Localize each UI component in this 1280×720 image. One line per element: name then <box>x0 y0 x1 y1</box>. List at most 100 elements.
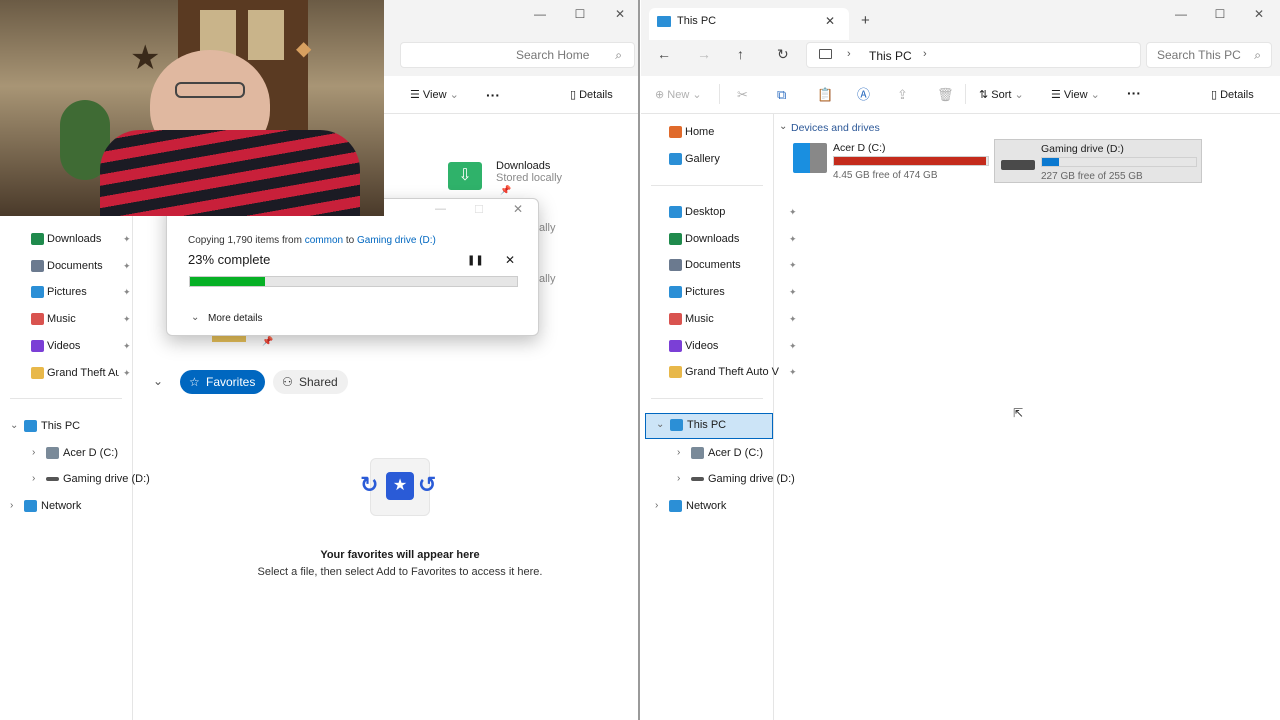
tree-item-gaming-drive-d-[interactable]: › Gaming drive (D:) <box>10 468 150 490</box>
sidebar-item-music[interactable]: Music ✦ <box>31 308 133 330</box>
maximize-button[interactable]: ☐ <box>566 4 594 24</box>
maximize-button[interactable]: ☐ <box>1206 4 1234 24</box>
favorites-tab[interactable]: ☆ Favorites <box>180 370 266 394</box>
chevron-down-icon[interactable]: ⌄ <box>656 414 664 436</box>
sidebar-item-downloads[interactable]: Downloads ✦ <box>31 228 133 250</box>
sidebar-item-videos[interactable]: Videos ✦ <box>669 335 799 357</box>
search-input[interactable]: Search Home ⌕ <box>400 42 635 68</box>
sidebar-item-music[interactable]: Music ✦ <box>669 308 799 330</box>
sidebar-item-desktop[interactable]: Desktop ✦ <box>669 201 799 223</box>
tree-item-this-pc[interactable]: ⌄ This PC <box>10 415 132 437</box>
chevron-down-icon[interactable]: ⌄ <box>191 312 199 323</box>
chevron-right-icon[interactable]: › <box>32 442 35 464</box>
sidebar-item-documents[interactable]: Documents ✦ <box>31 255 133 277</box>
sidebar-item-documents[interactable]: Documents ✦ <box>669 254 799 276</box>
chevron-right-icon[interactable]: › <box>677 468 680 490</box>
shared-label: Shared <box>299 375 338 389</box>
pin-icon[interactable]: ✦ <box>789 335 797 357</box>
close-tab-icon[interactable]: ✕ <box>825 14 835 28</box>
close-button[interactable]: ✕ <box>513 202 523 216</box>
back-arrow-icon[interactable]: ← <box>657 46 671 62</box>
cut-icon[interactable]: ✂ <box>737 86 748 104</box>
sidebar-item-videos[interactable]: Videos ✦ <box>31 335 133 357</box>
pin-icon[interactable]: ✦ <box>123 228 131 250</box>
up-arrow-icon[interactable]: ↑ <box>737 46 744 62</box>
source-link[interactable]: common <box>305 235 343 246</box>
tab-this-pc[interactable]: This PC ✕ <box>649 8 849 40</box>
pin-icon[interactable]: ✦ <box>789 201 797 223</box>
sidebar-item-grand-theft-auto-v[interactable]: Grand Theft Auto V ✦ <box>31 362 133 384</box>
striped-sweater <box>100 130 360 216</box>
view-button[interactable]: ☰ View ⌄ <box>1051 86 1100 104</box>
pin-icon[interactable]: ✦ <box>789 228 797 250</box>
close-button[interactable]: ✕ <box>1245 4 1273 24</box>
sidebar-item-grand-theft-auto-v[interactable]: Grand Theft Auto V ✦ <box>669 361 799 383</box>
tree-item-acer-d-c-[interactable]: › Acer D (C:) <box>655 442 777 464</box>
chevron-right-icon[interactable]: › <box>923 48 927 60</box>
minimize-button[interactable]: — <box>435 203 446 215</box>
pin-icon[interactable]: ✦ <box>123 308 131 330</box>
cancel-copy-icon[interactable]: ✕ <box>505 253 515 267</box>
paste-icon[interactable]: 📋 <box>817 86 833 104</box>
pin-icon[interactable]: ✦ <box>789 281 797 303</box>
sort-button[interactable]: ⇅ Sort ⌄ <box>979 86 1024 104</box>
chevron-down-icon[interactable]: ⌄ <box>10 415 18 437</box>
drive-icon <box>46 477 59 482</box>
rename-icon[interactable]: Ⓐ <box>857 86 870 104</box>
destination-link[interactable]: Gaming drive (D:) <box>357 235 436 246</box>
search-input[interactable]: Search This PC ⌕ <box>1146 42 1272 68</box>
sidebar-item-home[interactable]: Home <box>669 121 714 143</box>
minimize-button[interactable]: — <box>1167 4 1195 24</box>
shared-tab[interactable]: ⚇ Shared <box>273 370 348 394</box>
pin-icon[interactable]: ✦ <box>789 308 797 330</box>
drive-tile[interactable]: Gaming drive (D:) 227 GB free of 255 GB <box>994 139 1202 183</box>
new-button[interactable]: ⊕ New ⌄ <box>655 86 702 104</box>
more-options-button[interactable]: ··· <box>1127 84 1141 102</box>
chevron-right-icon[interactable]: › <box>10 495 13 517</box>
quick-access-downloads[interactable]: ⇩ Downloads Stored locally 📌 <box>448 160 638 200</box>
new-tab-button[interactable]: + <box>861 12 870 29</box>
forward-arrow-icon[interactable]: → <box>697 46 711 62</box>
pin-icon[interactable]: ✦ <box>789 361 797 383</box>
more-details-button[interactable]: More details <box>208 313 262 324</box>
delete-icon[interactable]: 🗑 <box>937 86 954 104</box>
pin-icon[interactable]: ✦ <box>123 362 131 384</box>
chevron-right-icon[interactable]: › <box>32 468 35 490</box>
breadcrumb-this-pc[interactable]: This PC <box>869 49 912 63</box>
more-options-button[interactable]: ··· <box>486 86 500 104</box>
tree-item-network[interactable]: › Network <box>655 495 777 517</box>
sidebar-item-downloads[interactable]: Downloads ✦ <box>669 228 799 250</box>
view-button[interactable]: ☰ View ⌄ <box>410 86 459 104</box>
address-breadcrumb[interactable]: › This PC › <box>806 42 1141 68</box>
tree-item-this-pc[interactable]: ⌄ This PC <box>645 413 773 439</box>
refresh-icon[interactable]: ↻ <box>777 46 789 63</box>
maximize-button[interactable]: ☐ <box>474 203 484 216</box>
pin-icon[interactable]: ✦ <box>123 255 131 277</box>
tree-item-gaming-drive-d-[interactable]: › Gaming drive (D:) <box>655 468 795 490</box>
search-icon: ⌕ <box>615 48 622 62</box>
close-button[interactable]: ✕ <box>606 4 634 24</box>
pin-icon[interactable]: ✦ <box>789 254 797 276</box>
section-devices-and-drives[interactable]: Devices and drives <box>791 122 880 134</box>
pin-icon[interactable]: ✦ <box>123 335 131 357</box>
tree-item-label: Network <box>686 500 727 513</box>
minimize-button[interactable]: — <box>526 4 554 24</box>
chevron-right-icon[interactable]: › <box>677 442 680 464</box>
pin-icon[interactable]: ✦ <box>123 281 131 303</box>
pause-icon[interactable]: ❚❚ <box>467 255 484 266</box>
chevron-right-icon[interactable]: › <box>655 495 658 517</box>
share-icon[interactable]: ⇪ <box>897 86 908 104</box>
sidebar-item-pictures[interactable]: Pictures ✦ <box>669 281 799 303</box>
view-label: View <box>422 89 447 101</box>
sidebar-item-gallery[interactable]: Gallery <box>669 148 720 170</box>
details-button[interactable]: ▯ Details <box>570 86 613 104</box>
sidebar-item-pictures[interactable]: Pictures ✦ <box>31 281 133 303</box>
tree-item-acer-d-c-[interactable]: › Acer D (C:) <box>10 442 132 464</box>
drive-tile[interactable]: Acer D (C:) 4.45 GB free of 474 GB <box>787 139 995 183</box>
tree-item-network[interactable]: › Network <box>10 495 132 517</box>
collapse-chevron-icon[interactable]: ⌄ <box>779 121 787 132</box>
sidebar-item-label: Pictures <box>47 286 87 299</box>
collapse-chevron-icon[interactable]: ⌄ <box>153 374 163 388</box>
copy-icon[interactable]: ⧉ <box>777 86 786 104</box>
details-button[interactable]: ▯ Details <box>1211 86 1254 104</box>
